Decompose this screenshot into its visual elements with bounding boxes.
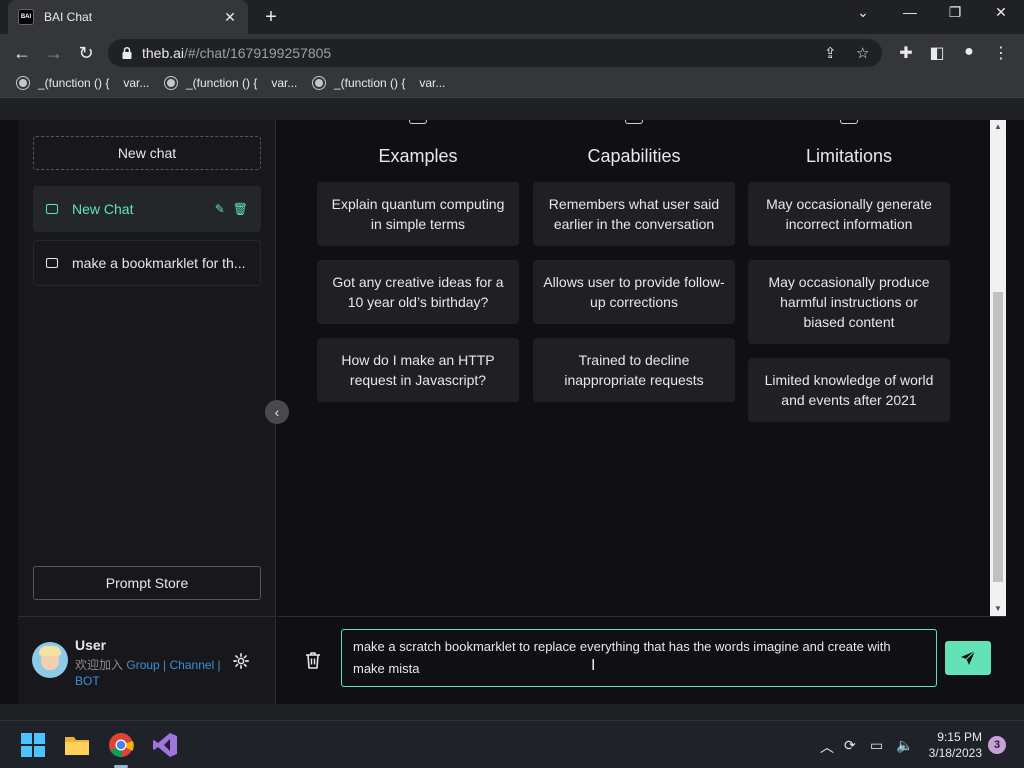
system-clock[interactable]: 9:15 PM 3/18/2023 (920, 729, 982, 761)
tab-close-icon[interactable]: ✕ (222, 9, 238, 26)
display-icon[interactable]: ▭ (870, 737, 883, 754)
send-icon (961, 650, 976, 665)
bookmark-item[interactable]: _(function () { var... (16, 76, 149, 90)
notification-badge[interactable]: 3 (988, 736, 1006, 754)
new-tab-icon[interactable]: + (260, 6, 282, 28)
lock-icon (122, 46, 132, 59)
capability-card: Allows user to provide follow-up correct… (533, 260, 735, 324)
prompt-store-button[interactable]: Prompt Store (33, 566, 261, 600)
minimize-icon[interactable]: — (895, 4, 925, 20)
chat-app: New chat New Chat ✎ 🗑 make a bookmarklet… (0, 120, 1024, 704)
menu-icon[interactable]: ⋮ (990, 43, 1012, 63)
avatar[interactable] (32, 642, 68, 678)
capability-card: Trained to decline inappropriate request… (533, 338, 735, 402)
example-card[interactable]: Got any creative ideas for a 10 year old… (317, 260, 519, 324)
show-hidden-icons[interactable]: ︿ (820, 737, 834, 757)
delete-icon[interactable]: 🗑 (233, 202, 248, 216)
globe-icon (16, 76, 30, 90)
visual-studio-icon[interactable] (152, 732, 178, 758)
lightning-icon (625, 120, 643, 124)
forward-icon[interactable]: → (42, 42, 66, 64)
browser-tab[interactable]: BAI BAI Chat ✕ (8, 0, 248, 34)
composer (277, 616, 1006, 704)
globe-icon (164, 76, 178, 90)
url-path: /#/chat/1679199257805 (184, 45, 332, 61)
scrollbar-thumb[interactable] (993, 292, 1003, 582)
new-chat-button[interactable]: New chat (33, 136, 261, 170)
bookmark-suffix: var... (419, 76, 446, 90)
main-scrollbar[interactable]: ▲ ▼ (990, 120, 1006, 616)
chat-item-label: make a bookmarklet for th... (72, 255, 246, 271)
user-panel: User 欢迎加入 Group | Channel | BOT (18, 616, 276, 704)
link-separator: | (214, 658, 221, 672)
bookmark-item[interactable]: _(function () { var... (164, 76, 297, 90)
bot-link[interactable]: BOT (75, 674, 100, 688)
reload-icon[interactable]: ↻ (74, 42, 98, 64)
tab-search-icon[interactable]: ⌄ (848, 4, 878, 21)
chat-bubble-icon (46, 204, 58, 214)
welcome-text: 欢迎加入 (75, 658, 124, 672)
extensions-icon[interactable]: ✚ (895, 43, 917, 63)
gear-icon[interactable] (232, 652, 250, 670)
bookmark-suffix: var... (123, 76, 150, 90)
browser-toolbar: ← → ↻ theb.ai/#/chat/1679199257805 ⇪ ☆ ✚… (0, 34, 1024, 72)
column-title: Examples (378, 146, 458, 166)
limitation-card: Limited knowledge of world and events af… (748, 358, 950, 422)
group-link[interactable]: Group (126, 658, 159, 672)
clear-chat-trash-icon[interactable] (305, 651, 321, 669)
profile-icon[interactable]: ● (958, 43, 980, 61)
text-cursor-icon: I (591, 657, 596, 674)
capability-card: Remembers what user said earlier in the … (533, 182, 735, 246)
bookmark-star-icon[interactable]: ☆ (856, 44, 869, 62)
sidebar: New chat New Chat ✎ 🗑 make a bookmarklet… (18, 120, 276, 704)
clock-time: 9:15 PM (937, 730, 982, 744)
bookmark-label: _(function () { (38, 76, 110, 90)
chat-bubble-icon (46, 258, 58, 268)
warning-icon (840, 120, 858, 124)
bookmarks-bar: _(function () { var... _(function () { v… (0, 72, 1024, 98)
limitation-card: May occasionally produce harmful instruc… (748, 260, 950, 344)
channel-link[interactable]: Channel (170, 658, 215, 672)
user-links: 欢迎加入 Group | Channel | BOT (75, 657, 235, 689)
bookmark-suffix: var... (271, 76, 298, 90)
scroll-down-icon[interactable]: ▼ (990, 602, 1006, 616)
windows-taskbar: ︿ ⟳ ▭ 🔈 9:15 PM 3/18/2023 3 (0, 720, 1024, 768)
column-title: Limitations (805, 146, 893, 166)
bookmark-label: _(function () { (334, 76, 406, 90)
clock-date: 3/18/2023 (928, 746, 982, 760)
bookmark-item[interactable]: _(function () { var... (312, 76, 445, 90)
user-name: User (75, 637, 107, 653)
link-separator: | (159, 658, 170, 672)
message-input[interactable] (341, 629, 937, 687)
back-icon[interactable]: ← (10, 42, 34, 64)
browser-titlebar: BAI BAI Chat ✕ + ⌄ — ❐ ✕ (0, 0, 1024, 34)
file-explorer-icon[interactable] (64, 732, 90, 758)
send-button[interactable] (945, 641, 991, 675)
tab-title: BAI Chat (44, 10, 93, 24)
example-card[interactable]: How do I make an HTTP request in Javascr… (317, 338, 519, 402)
edit-icon[interactable]: ✎ (215, 202, 225, 216)
share-icon[interactable]: ⇪ (824, 44, 837, 62)
restore-icon[interactable]: ❐ (940, 4, 970, 21)
bai-favicon-icon: BAI (18, 9, 34, 25)
sync-icon[interactable]: ⟳ (844, 737, 856, 754)
main-content: Examples Explain quantum computing in si… (277, 120, 990, 616)
sidebar-chat-item-active[interactable]: New Chat ✎ 🗑 (33, 186, 261, 232)
side-panel-icon[interactable]: ◧ (926, 43, 948, 63)
url-host: theb.ai (142, 45, 185, 61)
bookmark-label: _(function () { (186, 76, 258, 90)
column-title: Capabilities (587, 146, 681, 166)
chat-item-label: New Chat (72, 201, 134, 217)
globe-icon (312, 76, 326, 90)
address-bar[interactable]: theb.ai/#/chat/1679199257805 ⇪ ☆ (108, 39, 882, 67)
close-window-icon[interactable]: ✕ (986, 4, 1016, 21)
sidebar-chat-item[interactable]: make a bookmarklet for th... (33, 240, 261, 286)
limitation-card: May occasionally generate incorrect info… (748, 182, 950, 246)
scroll-up-icon[interactable]: ▲ (990, 120, 1006, 134)
chrome-icon[interactable] (108, 732, 134, 758)
sun-icon (409, 120, 427, 124)
volume-icon[interactable]: 🔈 (896, 737, 913, 754)
windows-start-icon[interactable] (20, 732, 46, 758)
example-card[interactable]: Explain quantum computing in simple term… (317, 182, 519, 246)
